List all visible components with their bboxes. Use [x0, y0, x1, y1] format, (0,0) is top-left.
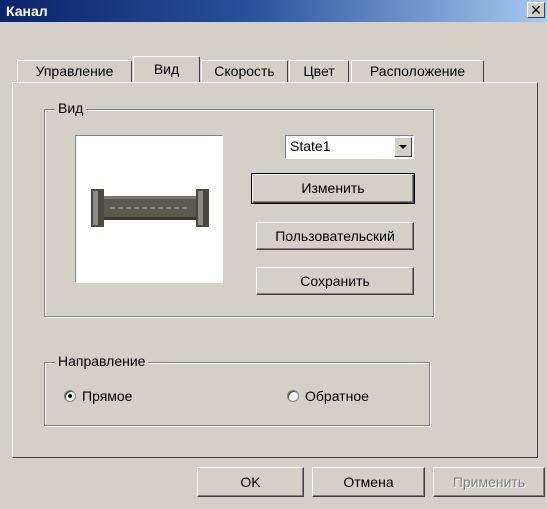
radio-reverse-indicator[interactable] [287, 390, 299, 402]
state-select[interactable]: State1 [285, 135, 414, 159]
tab-view[interactable]: Вид [133, 56, 200, 82]
direction-group-label: Направление [55, 353, 149, 369]
tab-management-label: Управление [35, 63, 114, 79]
radio-forward[interactable]: Прямое [64, 388, 132, 404]
chevron-down-icon[interactable] [394, 137, 412, 157]
state-select-value: State1 [290, 138, 331, 154]
tab-location-label: Расположение [369, 63, 466, 79]
change-button-label: Изменить [301, 180, 365, 196]
close-icon: ✕ [530, 2, 542, 18]
change-button[interactable]: Изменить [251, 173, 415, 204]
tab-location[interactable]: Расположение [351, 60, 484, 82]
custom-button-label: Пользовательский [275, 228, 395, 244]
radio-reverse[interactable]: Обратное [287, 388, 369, 404]
ok-button[interactable]: OK [197, 467, 304, 497]
tab-management[interactable]: Управление [17, 60, 132, 82]
ok-button-label: OK [240, 474, 261, 490]
close-button[interactable]: ✕ [527, 2, 545, 18]
window-title: Канал [6, 3, 48, 19]
dialog-window: Канал ✕ Управление Вид Скорость Цвет Рас… [0, 0, 547, 509]
tab-speed-label: Скорость [214, 63, 275, 79]
radio-forward-indicator[interactable] [64, 390, 76, 402]
tab-color-label: Цвет [303, 63, 335, 79]
tab-speed[interactable]: Скорость [201, 60, 288, 82]
custom-button[interactable]: Пользовательский [256, 222, 414, 250]
tab-color[interactable]: Цвет [289, 60, 349, 82]
tab-view-label: Вид [153, 61, 180, 77]
channel-pipe-icon [91, 189, 209, 227]
cancel-button[interactable]: Отмена [312, 467, 425, 497]
view-group-label: Вид [55, 100, 87, 116]
apply-button[interactable]: Применить [433, 467, 545, 497]
save-button-label: Сохранить [300, 273, 370, 289]
save-button[interactable]: Сохранить [256, 267, 414, 295]
title-bar[interactable]: Канал ✕ [0, 0, 547, 22]
apply-button-label: Применить [452, 474, 526, 490]
radio-reverse-label: Обратное [305, 388, 369, 404]
preview-box [75, 135, 223, 283]
radio-forward-label: Прямое [82, 388, 133, 404]
cancel-button-label: Отмена [343, 474, 394, 490]
